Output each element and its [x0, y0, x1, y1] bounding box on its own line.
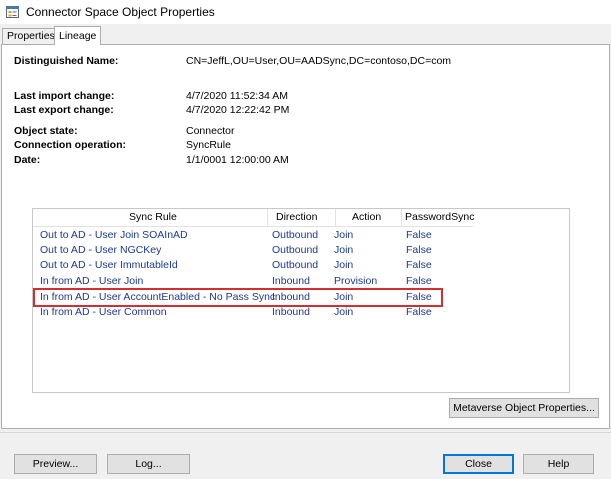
tab-lineage[interactable]: Lineage [54, 26, 102, 45]
connector-space-object-properties-window: Connector Space Object Properties Proper… [0, 0, 611, 479]
distinguished-name-value: CN=JeffL,OU=User,OU=AADSync,DC=contoso,D… [186, 55, 452, 67]
help-button[interactable]: Help [523, 454, 594, 474]
sync-rule-grid[interactable]: Sync Rule Direction Action PasswordSync … [32, 208, 570, 393]
cell-sync-rule: Out to AD - User ImmutableId [40, 259, 178, 271]
tab-properties[interactable]: Properties [2, 28, 60, 44]
distinguished-name-label: Distinguished Name: [14, 55, 119, 67]
cell-sync-rule: In from AD - User Join [40, 275, 144, 287]
table-row[interactable]: Out to AD - User Join SOAInAD Outbound J… [33, 228, 473, 243]
last-import-change-value: 4/7/2020 11:52:34 AM [186, 90, 288, 102]
log-button[interactable]: Log... [107, 454, 190, 474]
cell-sync-rule: In from AD - User AccountEnabled - No Pa… [40, 291, 276, 303]
last-import-change-label: Last import change: [14, 90, 115, 102]
connector-properties-icon [6, 6, 19, 18]
column-header-direction[interactable]: Direction [267, 209, 338, 226]
table-row[interactable]: In from AD - User Join Inbound Provision… [33, 274, 473, 289]
cell-direction: Outbound [272, 259, 319, 271]
cell-action: Join [334, 291, 354, 303]
cell-password-sync: False [406, 244, 432, 256]
cell-action: Join [334, 259, 354, 271]
cell-direction: Inbound [272, 291, 310, 303]
object-state-value: Connector [186, 125, 235, 137]
cell-direction: Outbound [272, 229, 319, 241]
cell-action: Join [334, 306, 354, 318]
cell-action: Join [334, 229, 354, 241]
cell-sync-rule: Out to AD - User NGCKey [40, 244, 162, 256]
cell-action: Provision [334, 275, 378, 287]
cell-password-sync: False [406, 306, 432, 318]
cell-direction: Inbound [272, 306, 310, 318]
preview-button[interactable]: Preview... [14, 454, 97, 474]
cell-direction: Outbound [272, 244, 319, 256]
cell-password-sync: False [406, 291, 432, 303]
cell-password-sync: False [406, 259, 432, 271]
window-title: Connector Space Object Properties [26, 5, 215, 19]
connection-operation-label: Connection operation: [14, 139, 126, 151]
column-header-sync-rule[interactable]: Sync Rule [129, 209, 177, 226]
cell-password-sync: False [406, 275, 432, 287]
title-bar[interactable]: Connector Space Object Properties [0, 0, 611, 24]
date-label: Date: [14, 154, 41, 166]
object-state-label: Object state: [14, 125, 78, 137]
last-export-change-value: 4/7/2020 12:22:42 PM [186, 104, 290, 116]
close-button[interactable]: Close [443, 454, 514, 474]
lineage-panel: Distinguished Name: CN=JeffL,OU=User,OU=… [1, 44, 610, 429]
metaverse-object-properties-button[interactable]: Metaverse Object Properties... [449, 398, 599, 418]
cell-password-sync: False [406, 229, 432, 241]
cell-direction: Inbound [272, 275, 310, 287]
grid-header: Sync Rule Direction Action PasswordSync [33, 209, 474, 227]
column-header-password-sync[interactable]: PasswordSync [401, 209, 474, 226]
connection-operation-value: SyncRule [186, 139, 231, 151]
table-row[interactable]: In from AD - User Common Inbound Join Fa… [33, 305, 473, 320]
cell-sync-rule: In from AD - User Common [40, 306, 167, 318]
cell-action: Join [334, 244, 354, 256]
date-value: 1/1/0001 12:00:00 AM [186, 154, 289, 166]
bottom-separator [0, 432, 611, 433]
table-row-highlighted[interactable]: In from AD - User AccountEnabled - No Pa… [33, 290, 473, 305]
table-row[interactable]: Out to AD - User ImmutableId Outbound Jo… [33, 258, 473, 273]
last-export-change-label: Last export change: [14, 104, 114, 116]
table-row[interactable]: Out to AD - User NGCKey Outbound Join Fa… [33, 243, 473, 258]
cell-sync-rule: Out to AD - User Join SOAInAD [40, 229, 188, 241]
